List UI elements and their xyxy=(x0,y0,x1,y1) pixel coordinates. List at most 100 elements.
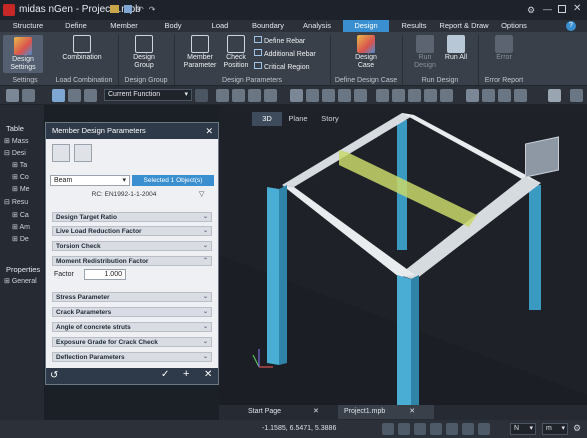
factor-input[interactable]: 1.000 xyxy=(84,269,126,280)
render-icon[interactable] xyxy=(514,89,527,102)
menu-structure[interactable]: Structure xyxy=(8,20,48,32)
align-icon[interactable] xyxy=(290,89,303,102)
tree-item[interactable]: ⊞ Am xyxy=(12,223,30,231)
tab-project[interactable]: Project1.mpb ✕ xyxy=(338,405,434,419)
settings-icon[interactable]: ⚙ xyxy=(573,423,581,434)
filter-icon[interactable] xyxy=(52,89,65,102)
section-live-load-reduction[interactable]: Live Load Reduction Factor ⌄ xyxy=(52,226,212,236)
close-icon[interactable]: ✕ xyxy=(313,408,319,415)
tree-item[interactable]: ⊞ Me xyxy=(12,185,30,193)
menu-member[interactable]: Member xyxy=(102,20,146,32)
model-viewport[interactable]: 3D Plane Story xyxy=(219,105,587,405)
member-parameter-button[interactable]: Member Parameter xyxy=(180,35,220,70)
error-button[interactable]: Error xyxy=(486,35,522,62)
define-rebar-button[interactable]: Define Rebar xyxy=(254,36,305,45)
ortho-icon[interactable] xyxy=(414,423,426,435)
hidden-icon[interactable] xyxy=(498,89,511,102)
menu-design[interactable]: Design xyxy=(343,20,389,32)
selected-objects-button[interactable]: Selected 1 Object(s) xyxy=(132,175,214,186)
maximize-button[interactable] xyxy=(558,5,566,13)
view-cube[interactable] xyxy=(525,136,559,178)
axis-icon[interactable] xyxy=(376,89,389,102)
add-icon[interactable]: + xyxy=(183,368,189,380)
menu-body[interactable]: Body xyxy=(158,20,188,32)
beam-icon[interactable] xyxy=(306,89,319,102)
scale-icon[interactable] xyxy=(408,89,421,102)
rotate-icon[interactable] xyxy=(392,89,405,102)
text-icon[interactable] xyxy=(478,423,490,435)
menu-analysis[interactable]: Analysis xyxy=(297,20,337,32)
menu-define[interactable]: Define xyxy=(58,20,94,32)
general-item[interactable]: ⊞ General xyxy=(4,277,37,285)
undo-icon[interactable]: ↶ xyxy=(137,5,144,14)
label-icon[interactable] xyxy=(440,89,453,102)
tree-item-results[interactable]: ⊟ Resu xyxy=(4,198,28,206)
menu-options[interactable]: Options xyxy=(496,20,532,32)
design-group-button[interactable]: Design Group xyxy=(126,35,162,70)
menu-load[interactable]: Load xyxy=(206,20,234,32)
close-icon[interactable]: ✕ xyxy=(409,408,415,415)
tab-start-page[interactable]: Start Page ✕ xyxy=(240,405,330,419)
section-design-target-ratio[interactable]: Design Target Ratio ⌄ xyxy=(52,212,212,222)
critical-region-button[interactable]: Critical Region xyxy=(254,62,310,71)
check-icon[interactable]: ✓ xyxy=(161,369,169,380)
tree-item[interactable]: ⊞ Ca xyxy=(12,211,29,219)
combination-button[interactable]: Combination xyxy=(58,35,106,62)
node-icon[interactable] xyxy=(232,89,245,102)
display-icon[interactable] xyxy=(424,89,437,102)
close-icon[interactable]: ✕ xyxy=(204,369,212,380)
section-exposure-grade[interactable]: Exposure Grade for Crack Check ⌄ xyxy=(52,337,212,347)
osnap-icon[interactable] xyxy=(430,423,442,435)
snap-icon[interactable] xyxy=(382,423,394,435)
section-concrete-struts[interactable]: Angle of concrete struts ⌄ xyxy=(52,322,212,332)
more-icon[interactable] xyxy=(570,89,583,102)
move-icon[interactable] xyxy=(264,89,277,102)
tree-item-mass[interactable]: ⊞ Mass xyxy=(4,137,29,145)
additional-rebar-button[interactable]: Additional Rebar xyxy=(254,49,316,58)
iso-icon[interactable] xyxy=(548,89,561,102)
design-settings-button[interactable]: Design Settings xyxy=(3,35,43,73)
snap-icon[interactable] xyxy=(22,89,35,102)
design-case-button[interactable]: Design Case xyxy=(346,35,386,70)
tree-item[interactable]: ⊞ Ta xyxy=(12,161,27,169)
redo-icon[interactable]: ↷ xyxy=(149,5,156,14)
force-unit-select[interactable]: N ▾ xyxy=(510,423,536,435)
brush-icon[interactable] xyxy=(322,89,335,102)
member-type-select[interactable]: Beam ▾ xyxy=(50,175,130,186)
section-moment-redistribution[interactable]: Moment Redistribution Factor ⌃ xyxy=(52,256,212,266)
folder-icon[interactable] xyxy=(110,5,119,13)
element-icon[interactable] xyxy=(248,89,261,102)
section-deflection-parameters[interactable]: Deflection Parameters ⌄ xyxy=(52,352,212,362)
run-all-button[interactable]: Run All xyxy=(442,35,470,62)
tree-item[interactable]: ⊞ De xyxy=(12,235,29,243)
member-type-icon[interactable] xyxy=(52,144,70,162)
select-icon[interactable] xyxy=(6,89,19,102)
settings-icon[interactable]: ⚙ xyxy=(527,5,535,16)
filter-icon[interactable]: ▽ xyxy=(199,190,204,198)
menu-results[interactable]: Results xyxy=(396,20,432,32)
close-button[interactable]: ✕ xyxy=(573,3,581,14)
wire-icon[interactable] xyxy=(482,89,495,102)
zoom-icon[interactable] xyxy=(68,89,81,102)
function-select[interactable]: Current Function ▾ xyxy=(104,89,192,101)
shade-icon[interactable] xyxy=(466,89,479,102)
section-crack-parameters[interactable]: Crack Parameters ⌄ xyxy=(52,307,212,317)
fit-icon[interactable] xyxy=(354,89,367,102)
menu-report-draw[interactable]: Report & Draw xyxy=(437,20,491,32)
run-design-button[interactable]: Run Design xyxy=(410,35,440,70)
grid-icon[interactable] xyxy=(398,423,410,435)
cube-icon[interactable] xyxy=(338,89,351,102)
help-icon[interactable]: ? xyxy=(566,21,576,31)
dropdown-icon[interactable] xyxy=(195,89,208,102)
display-icon[interactable] xyxy=(446,423,458,435)
grid-icon[interactable] xyxy=(216,89,229,102)
tree-item[interactable]: ⊞ Co xyxy=(12,173,29,181)
section-stress-parameter[interactable]: Stress Parameter ⌄ xyxy=(52,292,212,302)
measure-icon[interactable] xyxy=(462,423,474,435)
section-view-icon[interactable] xyxy=(74,144,92,162)
section-torsion-check[interactable]: Torsion Check ⌄ xyxy=(52,241,212,251)
save-icon[interactable] xyxy=(124,5,132,13)
menu-boundary[interactable]: Boundary xyxy=(246,20,290,32)
length-unit-select[interactable]: m ▾ xyxy=(542,423,568,435)
view-icon[interactable] xyxy=(84,89,97,102)
